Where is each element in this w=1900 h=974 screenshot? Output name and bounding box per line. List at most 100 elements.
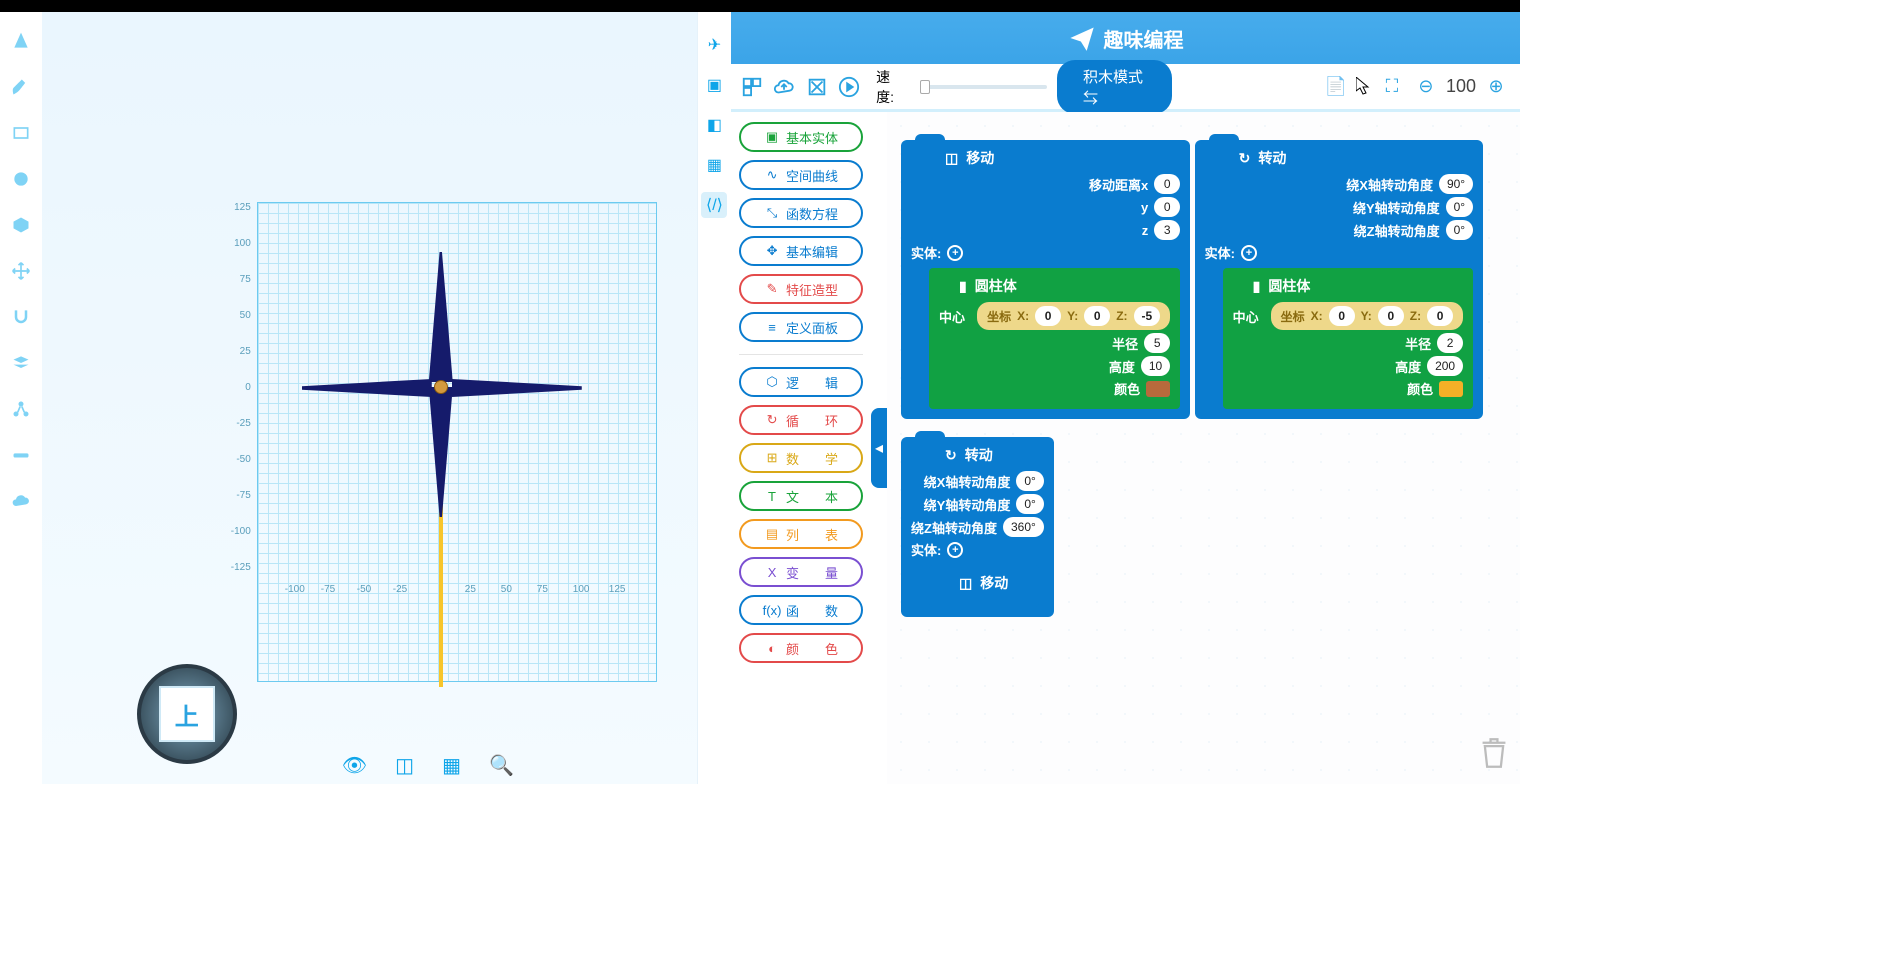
category-label: 数 学: [786, 449, 838, 468]
row-label: 半径: [1405, 334, 1431, 353]
canvas[interactable]: 1251007550250-25-50-75-100-125 -100-75-5…: [42, 12, 697, 784]
category-color[interactable]: ◐颜 色: [739, 633, 863, 663]
upload-button[interactable]: [773, 73, 795, 101]
category-icon: f(x): [764, 602, 780, 618]
grid-icon[interactable]: ▦: [442, 753, 461, 778]
sub-block-cylinder-1[interactable]: ▮圆柱体 中心 坐标 X:0 Y:0 Z:-5 半径5高度10: [929, 268, 1180, 409]
value-input[interactable]: 0°: [1446, 197, 1473, 217]
speed-slider[interactable]: [920, 85, 1047, 89]
box-icon[interactable]: ▦: [701, 152, 727, 178]
category-space-curve[interactable]: ∿空间曲线: [739, 160, 863, 190]
value-input[interactable]: 10: [1141, 356, 1170, 376]
right-panel: 趣味编程 速度: 积木模式 ⇆ 📄 ⛶ ⊖ 100 ⊕ ▣基本实体∿空间曲线⤡函…: [731, 12, 1520, 784]
tool-cube-icon[interactable]: [10, 214, 32, 236]
play-button[interactable]: [838, 73, 860, 101]
block-workspace[interactable]: ◫移动 移动距离x0y0z3 实体:+ ▮圆柱体 中心 坐标 X:0 Y:0: [887, 112, 1520, 784]
y-axis-label: 50: [227, 310, 251, 321]
rotate-icon: ↻: [945, 447, 957, 464]
blocks-icon[interactable]: ▣: [701, 72, 727, 98]
block-icon: ◫: [959, 575, 972, 592]
category-math[interactable]: ⊞数 学: [739, 443, 863, 473]
zoom-in-button[interactable]: ⊕: [1482, 73, 1510, 101]
canvas-grid: [257, 202, 657, 682]
tool-connect-icon[interactable]: [10, 398, 32, 420]
speed-label: 速度:: [876, 67, 901, 107]
category-basic-entity[interactable]: ▣基本实体: [739, 122, 863, 152]
color-swatch[interactable]: [1439, 381, 1463, 397]
code-icon[interactable]: ⟨/⟩: [701, 192, 727, 218]
color-swatch[interactable]: [1146, 381, 1170, 397]
value-input[interactable]: 0: [1154, 174, 1180, 194]
coord-pill[interactable]: 坐标 X:0 Y:0 Z:-5: [977, 302, 1170, 330]
fullscreen-icon[interactable]: ⛶: [1378, 73, 1406, 101]
category-label: 颜 色: [786, 639, 838, 658]
mode-toggle-button[interactable]: 积木模式 ⇆: [1057, 60, 1172, 114]
right-toolbar: 速度: 积木模式 ⇆ 📄 ⛶ ⊖ 100 ⊕: [731, 64, 1520, 112]
tool-ruler-icon[interactable]: [10, 444, 32, 466]
add-entity-button[interactable]: +: [947, 245, 963, 261]
category-text[interactable]: T文 本: [739, 481, 863, 511]
page-icon[interactable]: 📄: [1322, 73, 1350, 101]
coord-pill[interactable]: 坐标 X:0 Y:0 Z:0: [1271, 302, 1463, 330]
category-basic-edit[interactable]: ✥基本编辑: [739, 236, 863, 266]
viewcube[interactable]: 上: [137, 664, 237, 764]
value-input[interactable]: 0°: [1016, 494, 1043, 514]
tool-rect-icon[interactable]: [10, 122, 32, 144]
value-input[interactable]: 3: [1154, 220, 1180, 240]
value-input[interactable]: 360°: [1003, 517, 1044, 537]
tool-circle-icon[interactable]: [10, 168, 32, 190]
block-rotate-2[interactable]: ↻转动 绕X轴转动角度0°绕Y轴转动角度0°绕Z轴转动角度360° 实体:+ ◫…: [901, 437, 1054, 617]
value-input[interactable]: 0°: [1016, 471, 1043, 491]
sub-block-move-tail[interactable]: ◫移动: [929, 565, 1039, 607]
category-loop[interactable]: ↻循 环: [739, 405, 863, 435]
category-label: 变 量: [786, 563, 838, 582]
zoom-icon[interactable]: 🔍: [489, 753, 514, 778]
value-input[interactable]: 200: [1427, 356, 1463, 376]
tool-layer-icon[interactable]: [10, 352, 32, 374]
zoom-out-button[interactable]: ⊖: [1412, 73, 1440, 101]
tool-brush-icon[interactable]: [10, 76, 32, 98]
wireframe-icon[interactable]: ◫: [395, 753, 414, 778]
y-axis-label: -25: [227, 418, 251, 429]
row-label: 半径: [1112, 334, 1138, 353]
x-axis-label: 75: [537, 584, 548, 595]
add-entity-button[interactable]: +: [947, 542, 963, 558]
value-input[interactable]: 0: [1154, 197, 1180, 217]
category-variable[interactable]: X变 量: [739, 557, 863, 587]
eye-icon[interactable]: 👁: [342, 753, 367, 778]
tool-move-icon[interactable]: [10, 260, 32, 282]
category-list[interactable]: ▤列 表: [739, 519, 863, 549]
paper-plane-icon: [1068, 24, 1096, 52]
category-function[interactable]: ⤡函数方程: [739, 198, 863, 228]
category-feature[interactable]: ✎特征造型: [739, 274, 863, 304]
category-define-panel[interactable]: ≡定义面板: [739, 312, 863, 342]
category-list: ▣基本实体 ∿空间曲线 ⤡函数方程 ✥基本编辑 ✎特征造型 ≡定义面板 ⬡逻 辑 ↻循 环 ⊞…: [731, 112, 871, 784]
entity-label: 实体:: [1205, 243, 1235, 262]
tool-magnet-icon[interactable]: [10, 306, 32, 328]
cube3d-icon[interactable]: ◧: [701, 112, 727, 138]
value-input[interactable]: 2: [1437, 333, 1463, 353]
viewcube-face[interactable]: 上: [159, 686, 215, 742]
tool-cloud-icon[interactable]: [10, 490, 32, 512]
tool-cone-icon[interactable]: [10, 30, 32, 52]
category-icon: ▣: [764, 129, 780, 145]
collapse-handle[interactable]: ◂: [871, 408, 887, 488]
row-label: y: [1141, 200, 1148, 215]
plane-icon[interactable]: ✈: [701, 32, 727, 58]
value-input[interactable]: 90°: [1439, 174, 1473, 194]
add-entity-button[interactable]: +: [1241, 245, 1257, 261]
category-icon: ✎: [764, 281, 780, 297]
block-move-1[interactable]: ◫移动 移动距离x0y0z3 实体:+ ▮圆柱体 中心 坐标 X:0 Y:0: [901, 140, 1190, 419]
blocks-button[interactable]: [741, 73, 763, 101]
sub-block-cylinder-2[interactable]: ▮圆柱体 中心 坐标 X:0 Y:0 Z:0 半径2高度200: [1223, 268, 1473, 409]
category-icon: ∿: [764, 167, 780, 183]
block-rotate-1[interactable]: ↻转动 绕X轴转动角度90°绕Y轴转动角度0°绕Z轴转动角度0° 实体:+ ▮圆…: [1195, 140, 1483, 419]
category-func[interactable]: f(x)函 数: [739, 595, 863, 625]
clear-button[interactable]: [806, 73, 828, 101]
cursor-icon: [1356, 77, 1372, 97]
value-input[interactable]: 0°: [1446, 220, 1473, 240]
category-label: 循 环: [786, 411, 838, 430]
trash-icon[interactable]: [1480, 737, 1508, 774]
category-logic[interactable]: ⬡逻 辑: [739, 367, 863, 397]
value-input[interactable]: 5: [1144, 333, 1170, 353]
